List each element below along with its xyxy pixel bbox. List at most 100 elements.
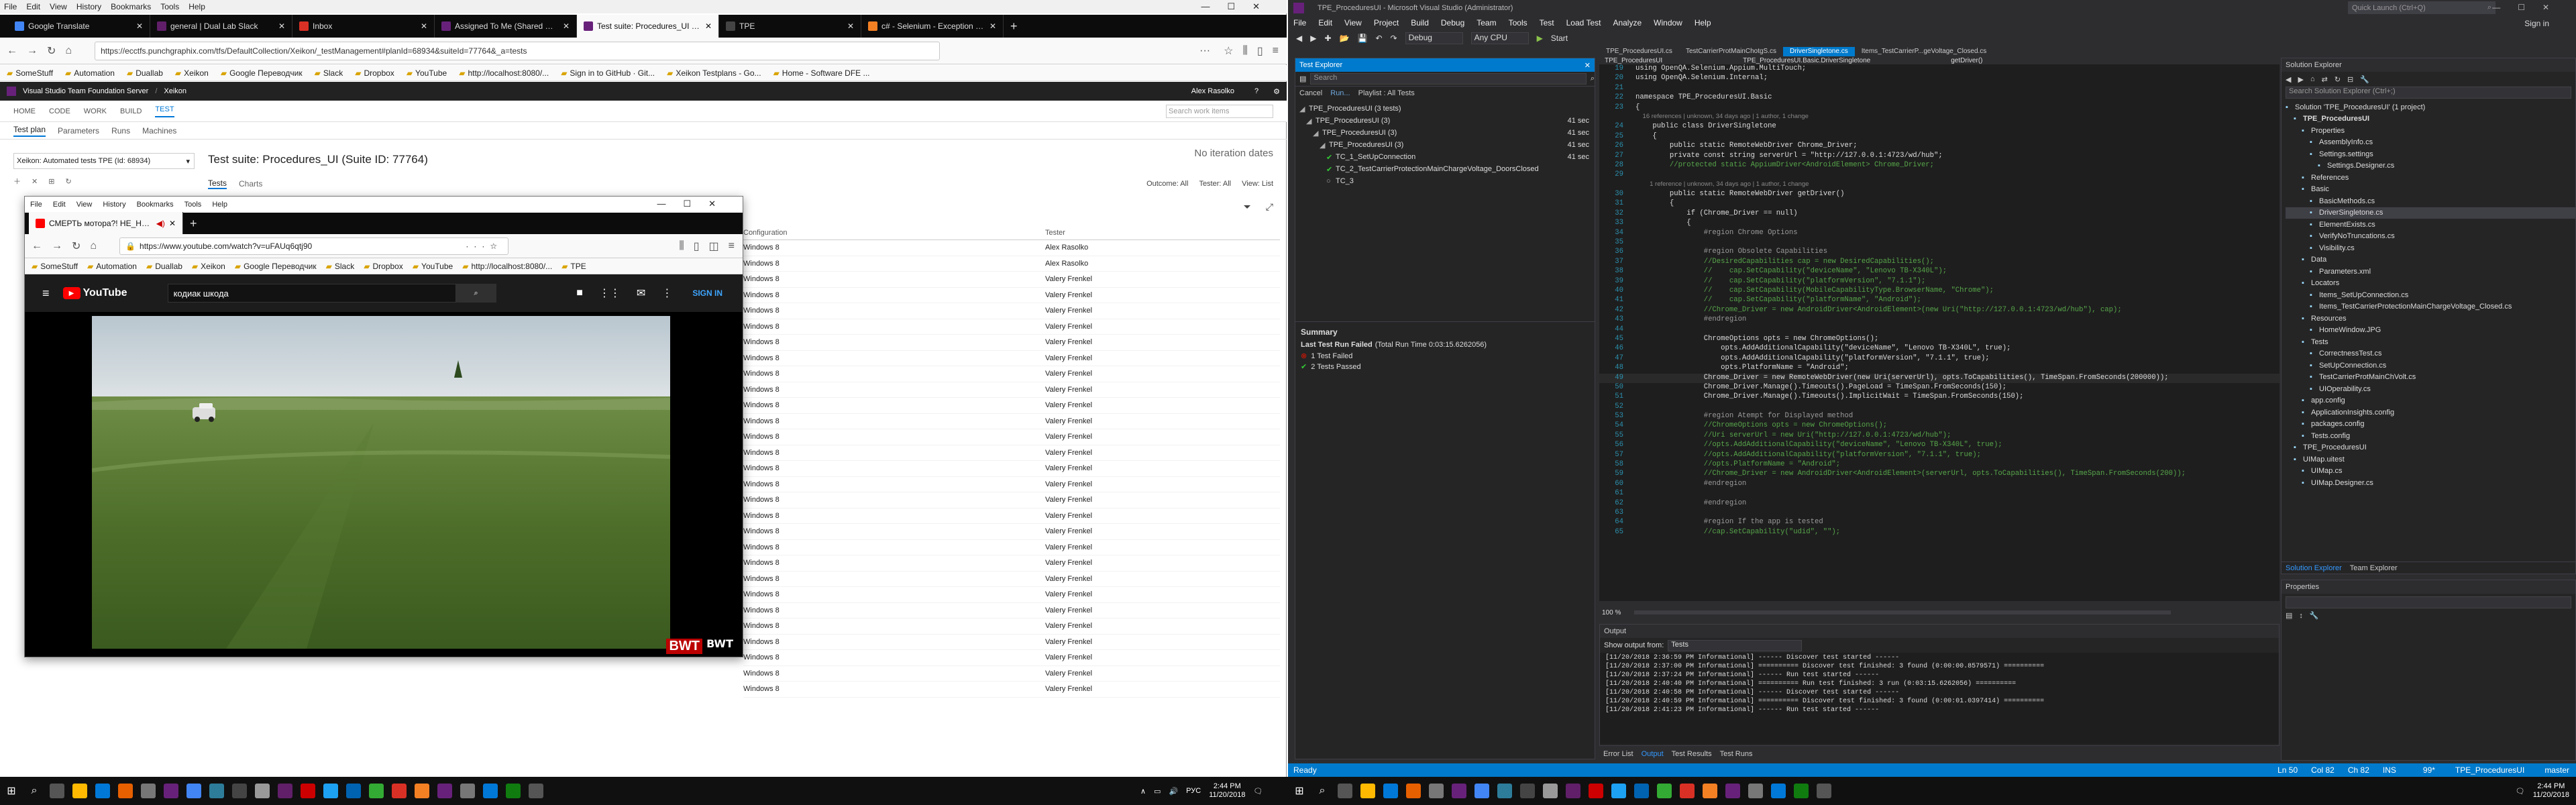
bookmark-item[interactable]: ▰ Dropbox	[355, 68, 394, 78]
taskbar-app-icon[interactable]	[160, 777, 182, 805]
close-tab-icon[interactable]: ✕	[169, 219, 176, 228]
url-bar[interactable]: https://ecctfs.punchgraphix.com/tfs/Defa…	[95, 41, 941, 60]
taskbar-app-icon[interactable]	[1425, 777, 1448, 805]
table-row[interactable]: Windows 8 Valery Frenkel	[743, 555, 1280, 572]
menu-view[interactable]: View	[76, 201, 93, 209]
tab-tests[interactable]: Tests	[208, 178, 227, 189]
taskbar-app-icon[interactable]	[525, 777, 547, 805]
clock-right[interactable]: 2:44 PM 11/20/2018	[2533, 782, 2569, 800]
se-search[interactable]: Search Solution Explorer (Ctrl+;)	[2286, 87, 2571, 99]
more-icon[interactable]: ···	[1199, 45, 1210, 57]
solution-item[interactable]: ▪ Parameters.xml	[2286, 266, 2575, 278]
table-row[interactable]: Windows 8 Valery Frenkel	[743, 319, 1280, 335]
refresh-icon[interactable]: ↻	[65, 177, 71, 186]
add-suite-icon[interactable]: ＋	[13, 176, 21, 186]
navbar-dropdown[interactable]: TPE_ProceduresUI	[1605, 57, 1662, 64]
subnav-runs[interactable]: Runs	[111, 126, 130, 136]
upload-icon[interactable]: ■	[576, 287, 583, 299]
taskbar-app-icon[interactable]	[433, 777, 456, 805]
yt-menu-icon[interactable]: ≡	[42, 286, 50, 301]
taskbar-app-icon[interactable]	[1402, 777, 1425, 805]
config-select[interactable]: Debug	[1405, 32, 1463, 44]
hamburger-menu-icon[interactable]: ≡	[729, 240, 735, 252]
menu-view[interactable]: View	[50, 2, 67, 11]
taskbar-app-icon[interactable]	[1607, 777, 1630, 805]
platform-select[interactable]: Any CPU	[1470, 32, 1529, 44]
bookmark-item[interactable]: ▰ SomeStuff	[32, 262, 78, 271]
reload-icon[interactable]: ↻	[47, 44, 56, 58]
taskbar-app-icon[interactable]	[1790, 777, 1813, 805]
table-row[interactable]: Windows 8 Valery Frenkel	[743, 492, 1280, 508]
taskbar-app-icon[interactable]	[1676, 777, 1699, 805]
browser-tab[interactable]: c# - Selenium - Exception - Co... ✕	[861, 15, 1004, 38]
bookmark-item[interactable]: ▰ Automation	[87, 262, 137, 271]
status-branch[interactable]: master	[2544, 765, 2569, 775]
table-row[interactable]: Windows 8 Valery Frenkel	[743, 603, 1280, 619]
subnav-parameters[interactable]: Parameters	[58, 126, 99, 136]
taskbar-app-icon[interactable]	[456, 777, 479, 805]
nav-code[interactable]: CODE	[49, 107, 70, 115]
test-tree-item[interactable]: ◢ TPE_ProceduresUI (3) 41 sec	[1299, 139, 1595, 151]
sign-in-button[interactable]: SIGN IN	[692, 288, 722, 298]
tray-chevron-icon[interactable]: ∧	[1140, 787, 1146, 796]
home-icon[interactable]: ⌂	[65, 45, 72, 57]
table-row[interactable]: Windows 8 Alex Rasolko	[743, 256, 1280, 272]
solution-item[interactable]: ▪ TPE_ProceduresUI	[2286, 442, 2575, 454]
solution-item[interactable]: ▪ Locators	[2286, 278, 2575, 290]
table-row[interactable]: Windows 8 Valery Frenkel	[743, 272, 1280, 288]
search-icon[interactable]: ⌕	[23, 777, 46, 805]
output-text[interactable]: [11/20/2018 2:36:59 PM Informational] --…	[1600, 653, 2279, 744]
table-row[interactable]: Windows 8 Valery Frenkel	[743, 351, 1280, 366]
te-search[interactable]: Search	[1310, 73, 1587, 85]
taskbar-app-icon[interactable]	[91, 777, 114, 805]
vs-menu-item[interactable]: Debug	[1441, 18, 1464, 28]
open-icon[interactable]: 📂	[1340, 34, 1350, 43]
tfs-project[interactable]: Xeikon	[164, 87, 186, 95]
settings-gear-icon[interactable]: ⚙	[1273, 87, 1280, 96]
test-tree-item[interactable]: ◢ TPE_ProceduresUI (3 tests)	[1299, 103, 1595, 115]
taskbar-app-icon[interactable]	[1813, 777, 1835, 805]
solution-item[interactable]: ▪ BasicMethods.cs	[2286, 195, 2575, 207]
taskbar-app-icon[interactable]	[1493, 777, 1516, 805]
taskbar-app-icon[interactable]	[1744, 777, 1767, 805]
taskbar-app-icon[interactable]	[365, 777, 388, 805]
bookmark-item[interactable]: ▰ SomeStuff	[7, 68, 53, 78]
vs-menu-item[interactable]: Project	[1374, 18, 1399, 28]
filter-tester[interactable]: Tester: All	[1199, 180, 1231, 188]
bookmark-item[interactable]: ▰ Xeikon Testplans - Go...	[667, 68, 761, 78]
bottom-tab[interactable]: Test Results	[1672, 750, 1712, 758]
reload-icon[interactable]: ↻	[72, 239, 80, 253]
taskbar-app-icon[interactable]	[1562, 777, 1585, 805]
solution-item[interactable]: ▪ References	[2286, 172, 2575, 184]
browser-tab[interactable]: Assigned To Me (Shared Queri... ✕	[435, 15, 577, 38]
bookmark-item[interactable]: ▰ TPE	[561, 262, 586, 271]
settings-dots-icon[interactable]: ⋮	[661, 286, 672, 300]
forward-icon[interactable]: ▶	[1310, 34, 1316, 43]
status-project[interactable]: TPE_ProceduresUI	[2455, 765, 2524, 775]
back-icon[interactable]: ◀	[1296, 34, 1302, 43]
taskbar-app-icon[interactable]	[479, 777, 502, 805]
vs-menu-item[interactable]: Build	[1411, 18, 1429, 28]
taskbar-app-icon[interactable]	[1585, 777, 1607, 805]
browser-tab[interactable]: general | Dual Lab Slack ✕	[150, 15, 292, 38]
taskbar-app-icon[interactable]	[205, 777, 228, 805]
close-tab-icon[interactable]: ✕	[847, 21, 854, 31]
se-tab[interactable]: Team Explorer	[2350, 564, 2398, 572]
table-row[interactable]: Windows 8 Valery Frenkel	[743, 398, 1280, 414]
property-pages-icon[interactable]: 🔧	[2310, 611, 2319, 620]
navbar-dropdown[interactable]: TPE_ProceduresUI.Basic.DriverSingletone	[1743, 57, 1870, 64]
taskbar-app-icon[interactable]	[319, 777, 342, 805]
hamburger-menu-icon[interactable]: ≡	[1273, 45, 1279, 57]
table-row[interactable]: Windows 8 Valery Frenkel	[743, 508, 1280, 524]
menu-help[interactable]: Help	[189, 2, 205, 11]
te-view-icon[interactable]: ▤	[1299, 74, 1306, 83]
document-tab[interactable]: Items_TestCarrierP...geVoltage_Closed.cs	[1855, 47, 1994, 56]
bookmark-item[interactable]: ▰ http://localhost:8080/...	[459, 68, 549, 78]
bookmark-item[interactable]: ▰ Google Переводчик	[235, 262, 317, 271]
table-row[interactable]: Windows 8 Valery Frenkel	[743, 666, 1280, 682]
menu-tools[interactable]: Tools	[160, 2, 179, 11]
solution-item[interactable]: ▪ Properties	[2286, 125, 2575, 137]
filter-icon[interactable]: ⏷	[1244, 201, 1251, 213]
close-tab-icon[interactable]: ✕	[989, 21, 996, 31]
document-tab[interactable]: TPE_ProceduresUI.cs	[1599, 47, 1679, 56]
